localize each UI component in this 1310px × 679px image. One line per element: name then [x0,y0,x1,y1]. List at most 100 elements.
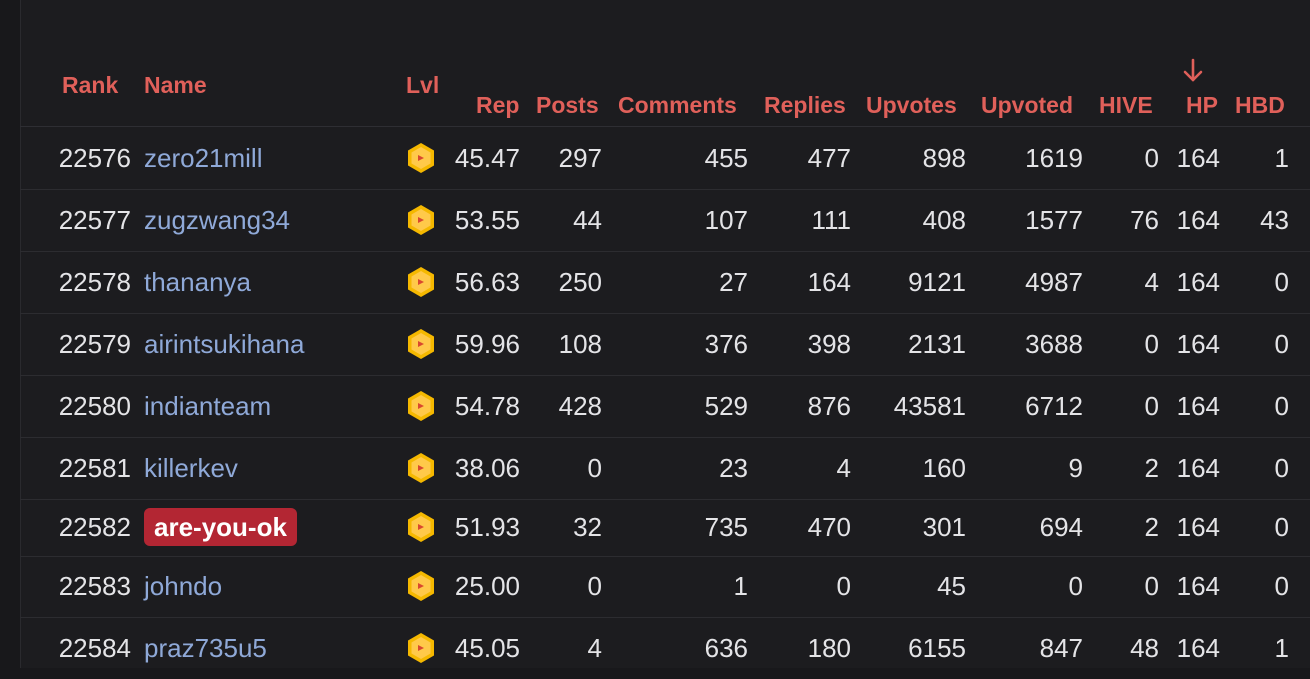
hive-cell: 0 [1144,143,1159,173]
row-divider [20,313,1310,314]
header-hbd[interactable]: HBD [1235,92,1285,119]
table-row: 22580 54.78 428 529 876 43581 6712 0 164 0 indiant… [0,375,1310,437]
header-name[interactable]: Name [144,72,207,99]
hbd-cell: 0 [1274,329,1289,359]
replies-cell: 111 [811,205,851,235]
level-badge-icon [408,391,434,421]
table-row: 22581 38.06 0 23 4 160 9 2 164 0 killerkev [0,437,1310,499]
comments-cell: 1 [733,571,748,601]
table-row: 22582 51.93 32 735 470 301 694 2 164 0 are-you-ok [0,496,1310,558]
arrow-down-icon[interactable] [1182,58,1204,84]
upvotes-cell: 6155 [908,633,966,663]
hp-cell: 164 [1176,205,1220,235]
rep-cell: 56.63 [454,267,520,297]
rep-cell: 45.47 [454,143,520,173]
table-row: 22576 45.47 297 455 477 898 1619 0 164 1 zero21mil… [0,127,1310,189]
replies-cell: 477 [807,143,851,173]
username-link[interactable]: killerkev [144,453,238,483]
comments-cell: 735 [704,512,748,542]
rank-cell: 22581 [58,453,131,483]
header-upvoted[interactable]: Upvoted [981,92,1073,119]
username-link[interactable]: zero21mill [144,143,263,173]
rank-cell: 22576 [58,143,131,173]
username-link[interactable]: zugzwang34 [144,205,290,235]
posts-cell: 4 [587,633,602,663]
upvoted-cell: 694 [1039,512,1083,542]
comments-cell: 27 [719,267,748,297]
hbd-cell: 0 [1274,571,1289,601]
hp-cell: 164 [1176,391,1220,421]
hive-cell: 2 [1144,453,1159,483]
hive-cell: 76 [1130,205,1159,235]
replies-cell: 876 [807,391,851,421]
replies-cell: 398 [807,329,851,359]
username-link[interactable]: thananya [144,267,251,297]
comments-cell: 455 [704,143,748,173]
hive-cell: 48 [1130,633,1159,663]
posts-cell: 32 [573,512,602,542]
header-rep[interactable]: Rep [476,92,519,119]
header-upvotes[interactable]: Upvotes [866,92,957,119]
header-hp[interactable]: HP [1186,92,1218,119]
comments-cell: 636 [704,633,748,663]
row-divider [20,189,1310,190]
upvoted-cell: 1619 [1025,143,1083,173]
username-link[interactable]: airintsukihana [144,329,304,359]
hp-cell: 164 [1176,633,1220,663]
upvotes-cell: 408 [922,205,966,235]
hbd-cell: 43 [1260,205,1289,235]
replies-cell: 470 [807,512,851,542]
hbd-cell: 0 [1274,267,1289,297]
upvotes-cell: 160 [922,453,966,483]
hive-cell: 0 [1144,571,1159,601]
username-link[interactable]: johndo [144,571,222,601]
header-replies[interactable]: Replies [764,92,846,119]
username-link-highlighted[interactable]: are-you-ok [144,508,297,546]
rep-cell: 25.00 [454,571,520,601]
header-posts[interactable]: Posts [536,92,599,119]
rep-cell: 45.05 [454,633,520,663]
hive-cell: 4 [1144,267,1159,297]
upvoted-cell: 6712 [1025,391,1083,421]
posts-cell: 44 [573,205,602,235]
posts-cell: 108 [558,329,602,359]
table-row: 22584 45.05 4 636 180 6155 847 48 164 1 praz735u5 [0,617,1310,679]
hbd-cell: 0 [1274,512,1289,542]
posts-cell: 297 [558,143,602,173]
comments-cell: 107 [704,205,748,235]
hbd-cell: 1 [1274,143,1289,173]
table-row: 22577 53.55 44 107 111 408 1577 76 164 43 zugzwang… [0,189,1310,251]
rank-cell: 22584 [58,633,131,663]
level-badge-icon [408,329,434,359]
level-badge-icon [408,571,434,601]
row-divider [20,499,1310,500]
row-divider [20,251,1310,252]
username-link[interactable]: indianteam [144,391,271,421]
level-badge-icon [408,512,434,542]
hbd-cell: 1 [1274,633,1289,663]
username-link[interactable]: praz735u5 [144,633,267,663]
level-badge-icon [408,205,434,235]
upvotes-cell: 2131 [908,329,966,359]
rank-cell: 22579 [58,329,131,359]
upvotes-cell: 45 [937,571,966,601]
rank-cell: 22580 [58,391,131,421]
replies-cell: 4 [836,453,851,483]
hbd-cell: 0 [1274,391,1289,421]
header-hive[interactable]: HIVE [1099,92,1153,119]
replies-cell: 180 [807,633,851,663]
header-comments[interactable]: Comments [618,92,737,119]
upvotes-cell: 898 [922,143,966,173]
posts-cell: 250 [558,267,602,297]
rep-cell: 54.78 [454,391,520,421]
level-badge-icon [408,453,434,483]
replies-cell: 0 [836,571,851,601]
header-rank[interactable]: Rank [62,72,118,99]
row-divider [20,556,1310,557]
level-badge-icon [408,633,434,663]
header-lvl[interactable]: Lvl [406,72,439,99]
rank-cell: 22582 [58,512,131,542]
comments-cell: 529 [704,391,748,421]
hbd-cell: 0 [1274,453,1289,483]
upvotes-cell: 9121 [908,267,966,297]
